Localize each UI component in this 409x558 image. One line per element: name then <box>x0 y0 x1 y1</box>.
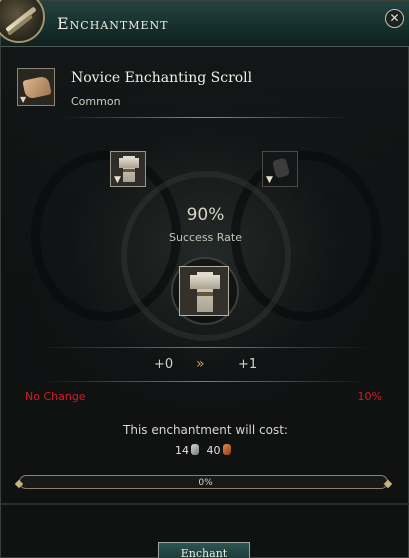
silver-coin-icon <box>191 444 199 455</box>
tunic-icon <box>119 156 139 182</box>
next-level: +1 <box>238 357 258 372</box>
footer-divider <box>1 503 409 505</box>
copper-amount: 40 <box>206 444 221 457</box>
fail-outcome-percent: 10% <box>357 390 382 403</box>
item-rarity: Common <box>71 95 121 108</box>
level-divider-bottom <box>41 381 369 382</box>
silver-amount: 14 <box>175 444 189 457</box>
cost-row: 14 40 <box>175 444 235 458</box>
success-rate-label: Success Rate <box>169 231 242 244</box>
enchant-button[interactable]: Enchant <box>158 542 250 558</box>
glove-silhouette-icon <box>271 157 291 179</box>
cost-label: This enchantment will cost: <box>123 423 288 437</box>
material-slot-left[interactable]: ▼ <box>110 151 146 187</box>
chevron-down-icon: ▼ <box>114 175 121 185</box>
item-header: ▼ Novice Enchanting Scroll Common <box>1 47 409 119</box>
material-slot-right[interactable]: ▼ <box>262 151 298 187</box>
progress-text: 0% <box>198 478 213 488</box>
tunic-icon <box>190 272 220 312</box>
item-name: Novice Enchanting Scroll <box>71 70 253 86</box>
level-divider-top <box>41 347 369 348</box>
success-rate-value: 90% <box>186 205 225 225</box>
fail-outcome-label: No Change <box>25 390 86 403</box>
double-chevron-right-icon: » <box>196 356 205 372</box>
copper-coin-icon <box>222 444 231 455</box>
enchantment-window: Enchantment ✕ ▼ Novice Enchanting Scroll… <box>0 0 409 558</box>
chevron-down-icon: ▼ <box>266 175 273 185</box>
close-icon[interactable]: ✕ <box>385 9 404 28</box>
title-bar: Enchantment ✕ <box>1 1 409 47</box>
header-divider <box>61 117 351 118</box>
target-item-slot[interactable] <box>179 266 229 316</box>
window-title: Enchantment <box>57 14 169 33</box>
current-level: +0 <box>154 357 174 372</box>
scroll-icon[interactable]: ▼ <box>17 68 55 106</box>
